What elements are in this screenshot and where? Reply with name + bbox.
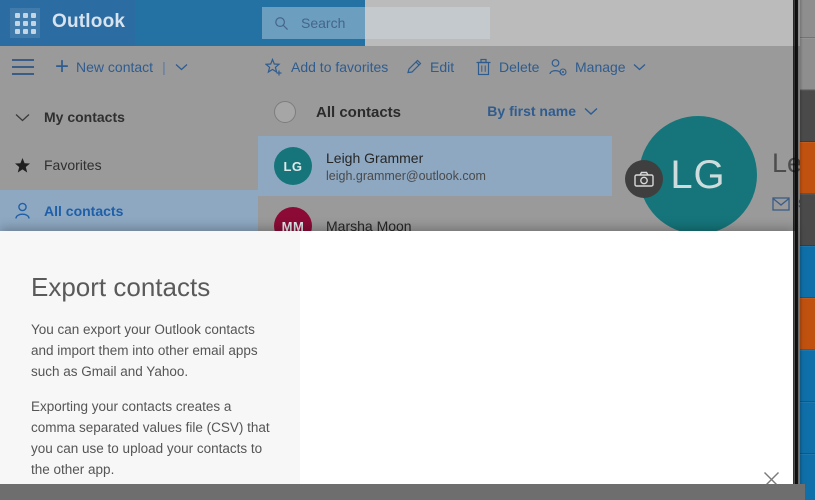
chevron-down-icon — [0, 113, 44, 122]
pencil-icon — [407, 59, 422, 74]
sidebar-item-favorites[interactable]: Favorites — [0, 144, 258, 186]
sidebar-item-all-contacts[interactable]: All contacts — [0, 190, 258, 232]
circle-checkbox-icon[interactable] — [274, 101, 296, 123]
add-to-favorites-button[interactable]: Add to favorites — [265, 46, 388, 88]
sort-by-label: By first name — [487, 103, 576, 119]
contact-list-header: All contacts By first name — [258, 88, 612, 136]
brand-title[interactable]: Outlook — [52, 11, 125, 33]
sidebar-item-my-contacts[interactable]: My contacts — [0, 96, 258, 138]
dialog-title: Export contacts — [31, 272, 211, 302]
window-shadow — [793, 0, 803, 500]
dialog-paragraph-1: You can export your Outlook contacts and… — [31, 322, 258, 379]
star-filled-icon — [0, 157, 44, 174]
add-to-favorites-label: Add to favorites — [291, 59, 389, 75]
star-add-icon — [265, 57, 282, 75]
delete-button[interactable]: Delete — [475, 46, 539, 88]
chevron-down-icon[interactable] — [633, 63, 646, 71]
manage-button[interactable]: Manage — [548, 46, 646, 88]
window-bottom-border — [0, 484, 805, 500]
sidebar-item-label: Favorites — [44, 157, 102, 173]
sort-by-dropdown[interactable]: By first name — [487, 103, 598, 119]
contact-name: Leigh Grammer — [326, 149, 424, 166]
avatar: LG — [274, 147, 312, 185]
edit-button[interactable]: Edit — [405, 46, 454, 88]
chevron-down-icon[interactable] — [175, 63, 188, 71]
trash-icon — [476, 58, 491, 76]
person-icon — [0, 202, 44, 220]
search-placeholder: Search — [301, 15, 346, 31]
app-launcher-grid-icon[interactable] — [10, 8, 40, 38]
sidebar-item-label: All contacts — [44, 203, 124, 219]
chevron-down-icon — [584, 107, 598, 115]
new-contact-button[interactable]: + New contact | — [55, 46, 188, 88]
hamburger-menu-icon[interactable] — [12, 59, 34, 75]
export-contacts-dialog: Export contacts You can export your Outl… — [0, 231, 795, 492]
search-input[interactable]: Search — [262, 7, 490, 39]
list-item[interactable]: LG Leigh Grammer leigh.grammer@outlook.c… — [258, 136, 612, 196]
plus-icon: + — [55, 53, 70, 80]
new-contact-label: New contact — [76, 59, 154, 75]
command-bar: + New contact | Add to favorites Edit De… — [0, 46, 800, 88]
app-header: Outlook Search — [0, 0, 800, 46]
camera-icon[interactable] — [625, 160, 663, 198]
contact-list-title: All contacts — [316, 103, 402, 121]
manage-label: Manage — [575, 59, 626, 75]
dialog-paragraph-2: Exporting your contacts creates a comma … — [31, 399, 270, 477]
sidebar-item-label: My contacts — [44, 109, 125, 125]
envelope-icon — [772, 196, 790, 211]
contact-email: leigh.grammer@outlook.com — [326, 168, 486, 183]
search-icon — [275, 16, 289, 30]
person-gear-icon — [549, 58, 567, 76]
delete-label: Delete — [499, 59, 540, 75]
edit-label: Edit — [430, 59, 455, 75]
new-contact-divider: | — [162, 59, 166, 75]
